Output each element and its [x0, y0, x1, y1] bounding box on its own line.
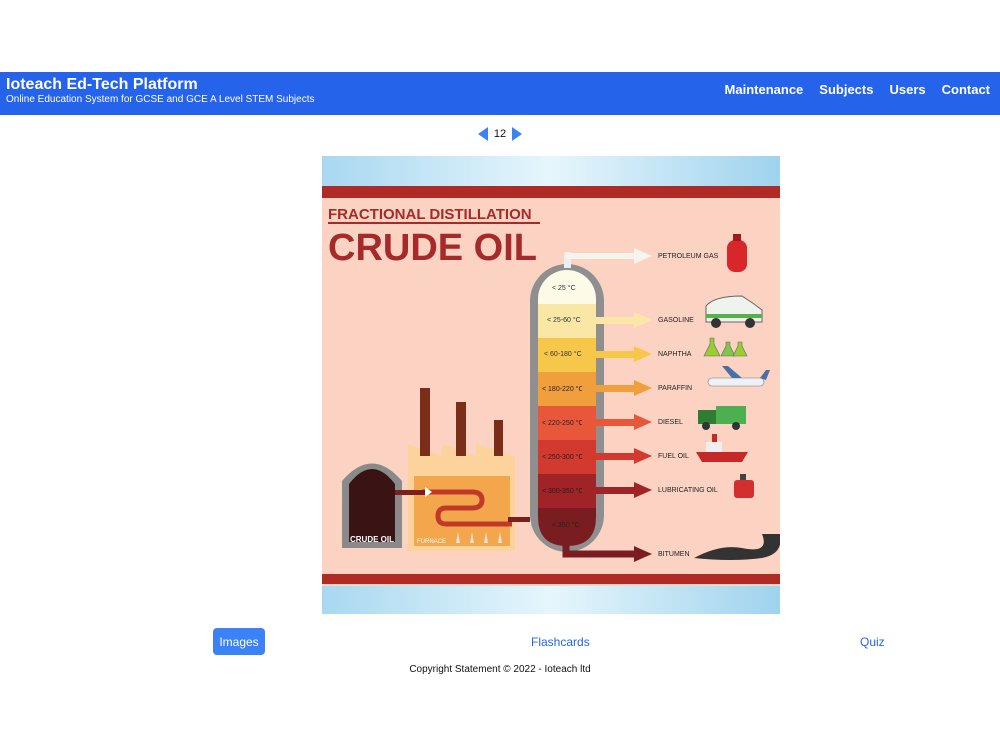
crude-oil-tank: CRUDE OIL [342, 463, 402, 548]
product-1: GASOLINE [658, 317, 694, 324]
product-5: FUEL OIL [658, 453, 689, 460]
temp-5: < 250-300 °C [542, 453, 584, 461]
main-nav: Maintenance Subjects Users Contact [725, 82, 990, 97]
tab-quiz[interactable]: Quiz [860, 635, 885, 649]
image-pager: 12 [0, 126, 1000, 142]
product-4: DIESEL [658, 419, 683, 426]
copyright-footer: Copyright Statement © 2022 - Ioteach ltd [409, 664, 591, 675]
prev-arrow-icon[interactable] [477, 126, 489, 142]
nav-users[interactable]: Users [889, 82, 925, 97]
fractionating-column [530, 252, 604, 552]
temp-1: < 25-60 °C [547, 316, 581, 324]
temp-6: < 300-350 °C [542, 487, 584, 495]
crude-oil-label: CRUDE OIL [350, 535, 394, 544]
temp-2: < 60-180 °C [544, 350, 582, 358]
nav-subjects[interactable]: Subjects [819, 82, 873, 97]
content-tabs: Images Flashcards Quiz [0, 628, 1000, 656]
product-2: NAPHTHA [658, 351, 692, 358]
temp-4: < 220-250 °C [542, 419, 584, 427]
nav-contact[interactable]: Contact [942, 82, 990, 97]
heading-top: FRACTIONAL DISTILLATION [328, 206, 532, 223]
tab-images[interactable]: Images [213, 628, 265, 655]
page-number: 12 [493, 128, 507, 140]
heading-main: CRUDE OIL [328, 227, 537, 269]
tab-flashcards[interactable]: Flashcards [531, 635, 590, 649]
site-subtitle: Online Education System for GCSE and GCE… [6, 94, 315, 105]
crude-oil-diagram: FRACTIONAL DISTILLATION CRUDE OIL CRUDE … [322, 156, 780, 614]
product-3: PARAFFIN [658, 385, 692, 392]
next-arrow-icon[interactable] [511, 126, 523, 142]
furnace-label: FURNACE [417, 539, 446, 545]
temp-7: < 350 °C [552, 521, 580, 529]
temp-0: < 25 °C [552, 284, 576, 292]
temp-3: < 180-220 °C [542, 385, 584, 393]
product-7: BITUMEN [658, 551, 690, 558]
product-0: PETROLEUM GAS [658, 253, 719, 260]
nav-maintenance[interactable]: Maintenance [725, 82, 804, 97]
top-header: Ioteach Ed-Tech Platform Online Educatio… [0, 72, 1000, 115]
product-6: LUBRICATING OIL [658, 487, 718, 494]
site-title[interactable]: Ioteach Ed-Tech Platform [6, 76, 198, 94]
